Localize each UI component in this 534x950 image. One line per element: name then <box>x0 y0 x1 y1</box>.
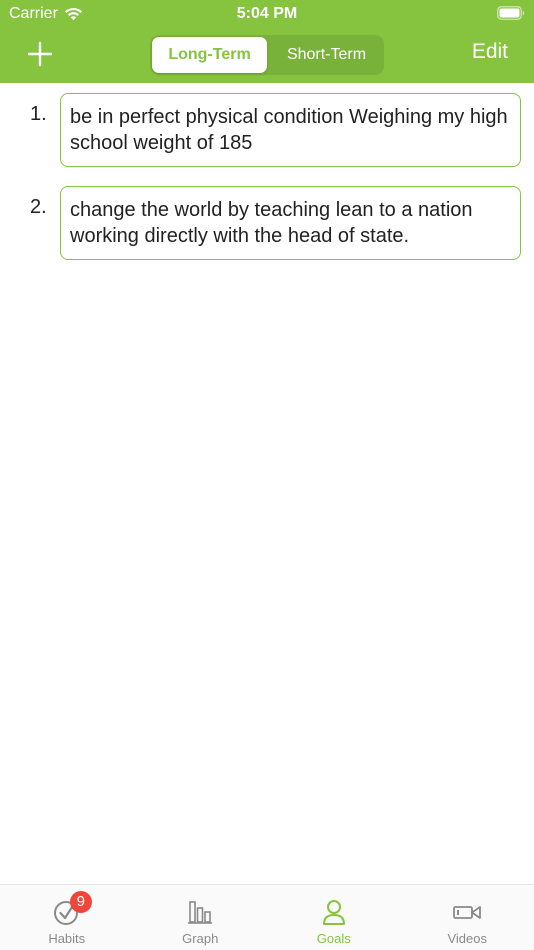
add-goal-button[interactable] <box>24 38 56 70</box>
screen: Carrier 5:04 PM Long-Term Short-Term Edi… <box>0 0 534 950</box>
segment-short-term[interactable]: Short-Term <box>269 35 384 75</box>
plus-icon <box>27 41 53 67</box>
goal-text-field[interactable]: change the world by teaching lean to a n… <box>60 186 521 260</box>
person-icon <box>319 897 349 927</box>
clock: 5:04 PM <box>236 5 298 22</box>
term-segmented-control: Long-Term Short-Term <box>150 35 384 75</box>
bar-graph-icon <box>185 897 215 927</box>
tab-videos[interactable]: Videos <box>401 885 534 950</box>
habits-badge: 9 <box>69 891 92 913</box>
goal-text-field[interactable]: be in perfect physical condition Weighin… <box>60 93 521 167</box>
tab-habits[interactable]: 9 Habits <box>0 885 134 950</box>
tab-bar: 9 Habits Graph Goals Videos <box>0 884 534 950</box>
navigation-bar: Long-Term Short-Term Edit <box>0 28 534 83</box>
goal-number: 2. <box>30 196 47 218</box>
tab-label: Videos <box>447 931 487 946</box>
check-circle-icon: 9 <box>52 891 92 927</box>
tab-graph[interactable]: Graph <box>134 885 268 950</box>
edit-button[interactable]: Edit <box>472 40 508 64</box>
video-camera-icon <box>452 897 482 927</box>
segment-long-term[interactable]: Long-Term <box>152 37 267 73</box>
tab-label: Goals <box>316 931 351 946</box>
goal-number: 1. <box>30 103 47 125</box>
tab-label: Habits <box>48 931 86 946</box>
top-bar: Carrier 5:04 PM Long-Term Short-Term Edi… <box>0 0 534 83</box>
battery-icon <box>497 6 525 20</box>
status-bar: Carrier 5:04 PM <box>0 0 534 28</box>
tab-label: Graph <box>182 931 219 946</box>
tab-goals[interactable]: Goals <box>267 885 401 950</box>
